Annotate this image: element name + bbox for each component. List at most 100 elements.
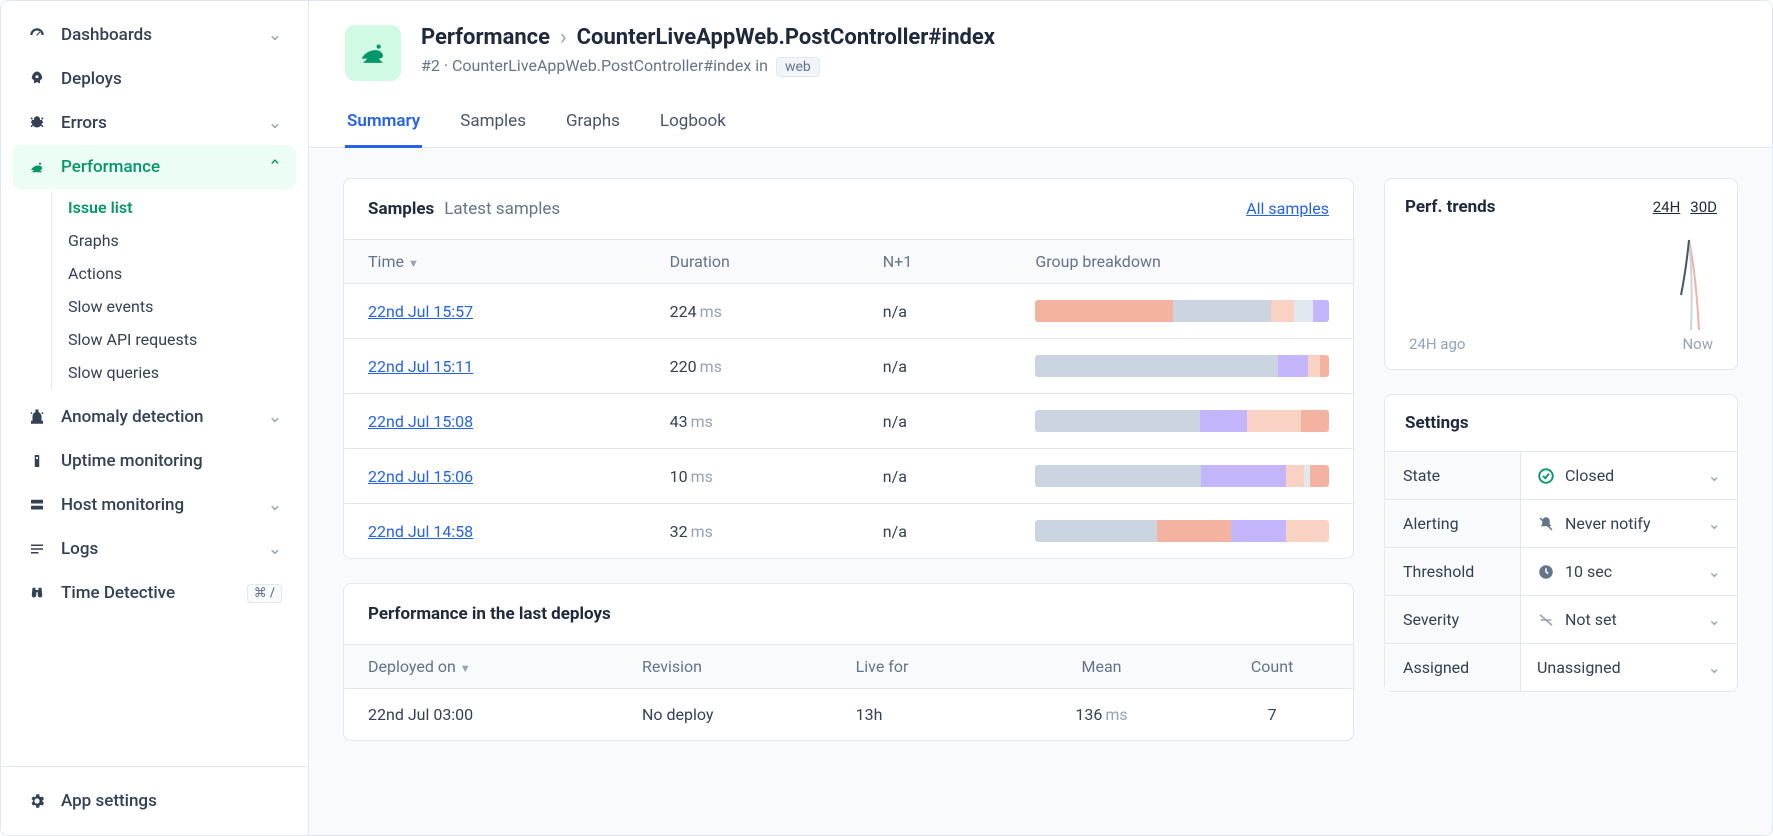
siren-icon xyxy=(27,407,47,427)
sidebar-item-anomaly-detection[interactable]: Anomaly detection ⌄ xyxy=(13,395,296,439)
subnav-actions[interactable]: Actions xyxy=(64,257,296,290)
breadcrumb-root[interactable]: Performance xyxy=(421,25,550,50)
trends-range-30d[interactable]: 30D xyxy=(1690,198,1717,216)
count-cell: 7 xyxy=(1191,689,1353,741)
col-mean[interactable]: Mean xyxy=(1012,645,1191,689)
sidebar-item-time-detective[interactable]: Time Detective⌘ / xyxy=(13,571,296,615)
chevron-down-icon: ⌄ xyxy=(268,407,282,427)
breadcrumb-sep: › xyxy=(560,25,567,50)
sidebar-item-errors[interactable]: Errors⌄ xyxy=(13,101,296,145)
sidebar-item-app-settings[interactable]: App settings xyxy=(13,779,296,823)
trends-card: Perf. trends 24H 30D 24H a xyxy=(1384,178,1738,370)
table-row: 22nd Jul 15:57224msn/a xyxy=(344,284,1353,339)
col-time[interactable]: Time▼ xyxy=(344,240,646,284)
subnav-issue-list[interactable]: Issue list xyxy=(64,191,296,224)
sample-time-link[interactable]: 22nd Jul 15:06 xyxy=(368,467,473,486)
sidebar-item-label: Host monitoring xyxy=(61,495,184,515)
setting-value[interactable]: Never notify⌄ xyxy=(1521,500,1737,547)
breakdown-bar xyxy=(1035,410,1329,432)
nplus1-cell: n/a xyxy=(859,339,1012,394)
samples-card: Samples Latest samples All samples Time▼… xyxy=(343,178,1354,559)
col-deployed[interactable]: Deployed on▼ xyxy=(344,645,618,689)
subnav-slow-events[interactable]: Slow events xyxy=(64,290,296,323)
col-revision[interactable]: Revision xyxy=(618,645,832,689)
gear-icon xyxy=(27,791,47,811)
sample-time-link[interactable]: 22nd Jul 15:57 xyxy=(368,302,473,321)
tab-samples[interactable]: Samples xyxy=(458,99,528,148)
chevron-down-icon: ⌄ xyxy=(1708,610,1721,629)
trends-from: 24H ago xyxy=(1409,335,1465,353)
chevron-down-icon: ⌄ xyxy=(268,539,282,559)
col-live[interactable]: Live for xyxy=(832,645,1012,689)
duration-cell: 10ms xyxy=(646,449,859,504)
trends-title: Perf. trends xyxy=(1405,197,1495,217)
frog-icon xyxy=(27,157,47,177)
sample-time-link[interactable]: 22nd Jul 15:08 xyxy=(368,412,473,431)
sidebar-item-label: Anomaly detection xyxy=(61,407,204,427)
table-row: 22nd Jul 15:0610msn/a xyxy=(344,449,1353,504)
all-samples-link[interactable]: All samples xyxy=(1246,199,1329,218)
settings-title: Settings xyxy=(1385,395,1737,452)
setting-value[interactable]: 10 sec⌄ xyxy=(1521,548,1737,595)
tab-logbook[interactable]: Logbook xyxy=(658,99,728,148)
setting-label: State xyxy=(1385,452,1521,499)
setting-value[interactable]: Closed⌄ xyxy=(1521,452,1737,499)
sidebar-item-label: Uptime monitoring xyxy=(61,451,203,471)
setting-label: Alerting xyxy=(1385,500,1521,547)
page-subheading: #2 · CounterLiveAppWeb.PostController#in… xyxy=(421,56,995,75)
col-count[interactable]: Count xyxy=(1191,645,1353,689)
uptime-icon xyxy=(27,451,47,471)
mean-cell: 136ms xyxy=(1012,689,1191,741)
sidebar-item-performance[interactable]: Performance⌃ xyxy=(13,145,296,189)
duration-cell: 220ms xyxy=(646,339,859,394)
samples-table: Time▼ Duration N+1 Group breakdown 22nd … xyxy=(344,239,1353,558)
table-row: 22nd Jul 03:00No deploy13h136ms7 xyxy=(344,689,1353,741)
bell-off-icon xyxy=(1537,515,1555,533)
breadcrumb: Performance › CounterLiveAppWeb.PostCont… xyxy=(421,25,995,50)
sidebar-item-label: App settings xyxy=(61,791,157,811)
trends-to: Now xyxy=(1682,335,1713,353)
chevron-down-icon: ⌄ xyxy=(1708,562,1721,581)
sidebar-item-label: Time Detective xyxy=(61,583,175,603)
nplus1-cell: n/a xyxy=(859,504,1012,559)
subnav-slow-queries[interactable]: Slow queries xyxy=(64,356,296,389)
breakdown-bar xyxy=(1035,465,1329,487)
sidebar-item-host-monitoring[interactable]: Host monitoring⌄ xyxy=(13,483,296,527)
nplus1-cell: n/a xyxy=(859,394,1012,449)
sidebar-item-label: Deploys xyxy=(61,69,122,89)
setting-value[interactable]: Unassigned⌄ xyxy=(1521,644,1737,691)
chevron-down-icon: ⌄ xyxy=(268,113,282,133)
tabs: Summary Samples Graphs Logbook xyxy=(309,99,1772,148)
sidebar-item-uptime-monitoring[interactable]: Uptime monitoring xyxy=(13,439,296,483)
nplus1-cell: n/a xyxy=(859,284,1012,339)
trends-range-24h[interactable]: 24H xyxy=(1653,198,1681,216)
setting-value[interactable]: Not set⌄ xyxy=(1521,596,1737,643)
samples-title: Samples xyxy=(368,199,434,219)
sample-time-link[interactable]: 22nd Jul 15:11 xyxy=(368,357,473,376)
table-row: 22nd Jul 15:11 220msn/a xyxy=(344,339,1353,394)
live-cell: 13h xyxy=(832,689,1012,741)
setting-label: Assigned xyxy=(1385,644,1521,691)
dashboard-icon xyxy=(27,25,47,45)
rocket-icon xyxy=(27,69,47,89)
subnav-slow-api-requests[interactable]: Slow API requests xyxy=(64,323,296,356)
dash-icon xyxy=(1537,611,1555,629)
tab-graphs[interactable]: Graphs xyxy=(564,99,622,148)
sidebar-item-logs[interactable]: Logs ⌄ xyxy=(13,527,296,571)
col-nplus1[interactable]: N+1 xyxy=(859,240,1012,284)
deploys-title: Performance in the last deploys xyxy=(368,604,611,624)
col-breakdown[interactable]: Group breakdown xyxy=(1011,240,1353,284)
subnav-graphs[interactable]: Graphs xyxy=(64,224,296,257)
sidebar-item-deploys[interactable]: Deploys xyxy=(13,57,296,101)
sample-time-link[interactable]: 22nd Jul 14:58 xyxy=(368,522,473,541)
binoculars-icon xyxy=(27,583,47,603)
sidebar-item-dashboards[interactable]: Dashboards⌄ xyxy=(13,13,296,57)
ok-icon xyxy=(1537,467,1555,485)
tab-summary[interactable]: Summary xyxy=(345,99,422,148)
sidebar-item-label: Logs xyxy=(61,539,98,559)
main: Performance › CounterLiveAppWeb.PostCont… xyxy=(309,1,1772,835)
frog-icon xyxy=(356,36,390,70)
col-duration[interactable]: Duration xyxy=(646,240,859,284)
sidebar: Dashboards⌄ Deploys Errors⌄Performance⌃Iss… xyxy=(1,1,309,835)
setting-label: Severity xyxy=(1385,596,1521,643)
